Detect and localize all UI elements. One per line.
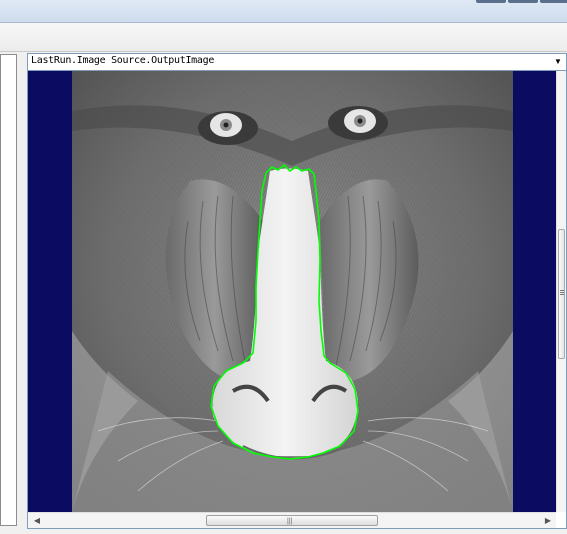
vertical-scroll-thumb[interactable] [558, 229, 565, 359]
horizontal-scroll-thumb[interactable]: ||| [206, 515, 378, 526]
window-button[interactable] [476, 0, 506, 3]
horizontal-scrollbar[interactable]: ◀ ||| ▶ [28, 512, 556, 528]
image-source-dropdown[interactable]: LastRun.Image Source.OutputImage ▼ [28, 54, 566, 71]
left-panel [0, 54, 17, 526]
window-button[interactable] [540, 0, 567, 3]
scroll-left-icon[interactable]: ◀ [31, 515, 43, 527]
image-display: LastRun.Image Source.OutputImage ▼ ◀ |||… [27, 53, 567, 529]
scroll-right-icon[interactable]: ▶ [542, 515, 554, 527]
image-canvas[interactable] [28, 71, 556, 512]
vertical-scrollbar[interactable] [556, 71, 566, 512]
chevron-down-icon[interactable]: ▼ [551, 55, 565, 69]
toolbar-band [0, 23, 567, 52]
grip-icon: ||| [287, 518, 293, 525]
window-button[interactable] [508, 0, 538, 3]
image-source-label: LastRun.Image Source.OutputImage [31, 55, 215, 66]
baboon-image [72, 71, 513, 512]
window-top-bar [0, 0, 567, 23]
